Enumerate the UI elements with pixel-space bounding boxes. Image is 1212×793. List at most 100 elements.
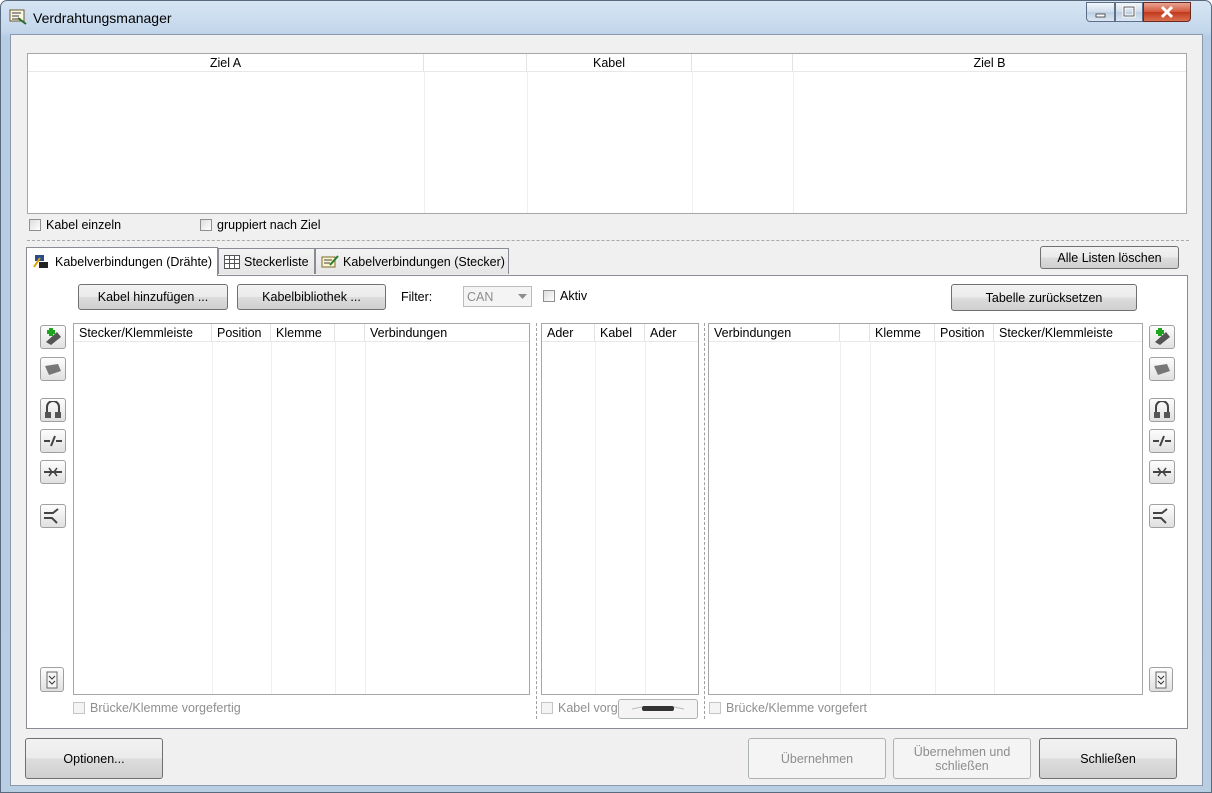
grid-line — [692, 72, 693, 213]
column-header-verbindungen[interactable]: Verbindungen — [365, 324, 529, 342]
aktiv-checkbox[interactable]: Aktiv — [543, 289, 587, 303]
disconnect-icon — [1153, 435, 1171, 447]
column-header-empty[interactable] — [335, 324, 365, 342]
plug-icon — [1154, 364, 1170, 375]
column-header-empty[interactable] — [840, 324, 870, 342]
connect-button-right[interactable] — [1149, 460, 1175, 484]
add-connector-button-right[interactable] — [1149, 325, 1175, 349]
kabel-vorgefertigt-button[interactable] — [618, 699, 698, 719]
kabel-hinzufuegen-button[interactable]: Kabel hinzufügen ... — [78, 284, 228, 310]
checkbox-box[interactable] — [709, 702, 721, 714]
filter-label: Filter: — [401, 290, 433, 304]
column-header-spacer-2 — [692, 54, 793, 72]
column-header-position[interactable]: Position — [935, 324, 994, 342]
kabelbibliothek-button[interactable]: Kabelbibliothek ... — [237, 284, 386, 310]
disconnect-button[interactable] — [40, 429, 66, 453]
bruecke-klemme-vorgefertigt-left[interactable]: Brücke/Klemme vorgefertig — [73, 701, 241, 715]
column-header-spacer — [424, 54, 527, 72]
add-plug-icon — [1155, 328, 1170, 345]
route-wire-button[interactable] — [40, 504, 66, 528]
column-header-stecker[interactable]: Stecker/Klemmleiste — [74, 324, 212, 342]
overview-table[interactable]: Ziel A Kabel Ziel B — [27, 53, 1187, 214]
grid-line — [271, 342, 272, 694]
uebernehmen-und-schliessen-button[interactable]: Übernehmen und schließen — [893, 738, 1031, 779]
checkbox-label: Brücke/Klemme vorgefertig — [90, 701, 241, 715]
minimize-icon — [1095, 13, 1106, 18]
column-header-kabel[interactable]: Kabel — [595, 324, 645, 342]
maximize-button[interactable] — [1115, 2, 1143, 22]
column-header-ziel-b[interactable]: Ziel B — [793, 54, 1186, 72]
column-header-verbindungen[interactable]: Verbindungen — [709, 324, 840, 342]
add-plug-icon — [46, 328, 61, 345]
route-icon — [44, 508, 59, 524]
grid-line — [595, 342, 596, 694]
expand-down-button-right[interactable] — [1149, 667, 1173, 692]
grid-line — [527, 72, 528, 213]
window-title: Verdrahtungsmanager — [33, 10, 172, 26]
double-chevron-down-icon — [46, 671, 58, 688]
grid-line — [994, 342, 995, 694]
grid-line — [935, 342, 936, 694]
column-header-kabel[interactable]: Kabel — [527, 54, 692, 72]
tab-label: Steckerliste — [244, 254, 309, 269]
disconnect-button-right[interactable] — [1149, 429, 1175, 453]
column-header-position[interactable]: Position — [212, 324, 271, 342]
column-header-ader-b[interactable]: Ader — [645, 324, 698, 342]
optionen-button[interactable]: Optionen... — [25, 738, 163, 779]
dialog-client-area: Ziel A Kabel Ziel B Kabel einzeln gruppi… — [10, 34, 1203, 786]
add-connector-button[interactable] — [40, 325, 66, 349]
checkbox-box[interactable] — [29, 219, 41, 231]
column-header-klemme[interactable]: Klemme — [870, 324, 935, 342]
chevron-down-icon — [518, 294, 527, 299]
app-icon — [9, 9, 27, 25]
checkbox-label: Brücke/Klemme vorgefert — [726, 701, 868, 715]
tab-steckerliste[interactable]: Steckerliste — [218, 248, 315, 274]
alle-listen-loeschen-button[interactable]: Alle Listen löschen — [1040, 246, 1179, 269]
checkbox-box[interactable] — [543, 290, 555, 302]
grid-line — [365, 342, 366, 694]
bruecke-klemme-vorgefertigt-right[interactable]: Brücke/Klemme vorgefert — [709, 701, 867, 715]
cable-icon — [631, 706, 685, 711]
gruppiert-nach-ziel-checkbox[interactable]: gruppiert nach Ziel — [200, 218, 321, 232]
splitter-right[interactable] — [704, 323, 705, 719]
filter-dropdown[interactable]: CAN — [463, 286, 532, 307]
expand-down-button[interactable] — [40, 667, 64, 692]
column-header-klemme[interactable]: Klemme — [271, 324, 335, 342]
grid-table-icon — [224, 254, 240, 269]
route-wire-button-right[interactable] — [1149, 504, 1175, 528]
tab-kabelverbindungen-draehte[interactable]: Kabelverbindungen (Drähte) — [26, 247, 218, 276]
splitter[interactable] — [27, 240, 1189, 241]
checkbox-box[interactable] — [73, 702, 85, 714]
schliessen-button[interactable]: Schließen — [1039, 738, 1177, 779]
checkbox-box[interactable] — [541, 702, 553, 714]
remove-connector-button[interactable] — [40, 357, 66, 381]
minimize-button[interactable] — [1086, 2, 1115, 22]
right-connections-table[interactable]: Verbindungen Klemme Position Stecker/Kle… — [708, 323, 1143, 695]
connect-icon — [44, 467, 62, 477]
grid-line — [335, 342, 336, 694]
left-connections-table[interactable]: Stecker/Klemmleiste Position Klemme Verb… — [73, 323, 530, 695]
tabelle-zuruecksetzen-button[interactable]: Tabelle zurücksetzen — [951, 284, 1137, 311]
kabel-einzeln-checkbox[interactable]: Kabel einzeln — [29, 218, 121, 232]
remove-connector-button-right[interactable] — [1149, 357, 1175, 381]
tab-panel: Kabel hinzufügen ... Kabelbibliothek ...… — [26, 275, 1188, 729]
column-header-stecker[interactable]: Stecker/Klemmleiste — [994, 324, 1142, 342]
checkbox-box[interactable] — [200, 219, 212, 231]
bridge-button[interactable] — [40, 398, 66, 422]
column-header-ader-a[interactable]: Ader — [542, 324, 595, 342]
plug-icon — [45, 364, 61, 375]
connect-button[interactable] — [40, 460, 66, 484]
title-bar[interactable]: Verdrahtungsmanager — [1, 1, 1211, 35]
filter-value: CAN — [467, 289, 494, 304]
close-button[interactable] — [1143, 2, 1191, 22]
checkbox-label: Kabel vorg — [558, 701, 618, 715]
bridge-button-right[interactable] — [1149, 398, 1175, 422]
uebernehmen-button[interactable]: Übernehmen — [748, 738, 886, 779]
kabel-vorgefertigt-checkbox[interactable]: Kabel vorg — [541, 701, 618, 715]
bridge-icon — [45, 401, 61, 418]
tab-kabelverbindungen-stecker[interactable]: Kabelverbindungen (Stecker) — [315, 248, 509, 274]
column-header-ziel-a[interactable]: Ziel A — [28, 54, 424, 72]
splitter-left[interactable] — [536, 323, 537, 719]
middle-cable-table[interactable]: Ader Kabel Ader — [541, 323, 699, 695]
app-window: Verdrahtungsmanager Ziel A Kabel Ziel B … — [0, 0, 1212, 793]
